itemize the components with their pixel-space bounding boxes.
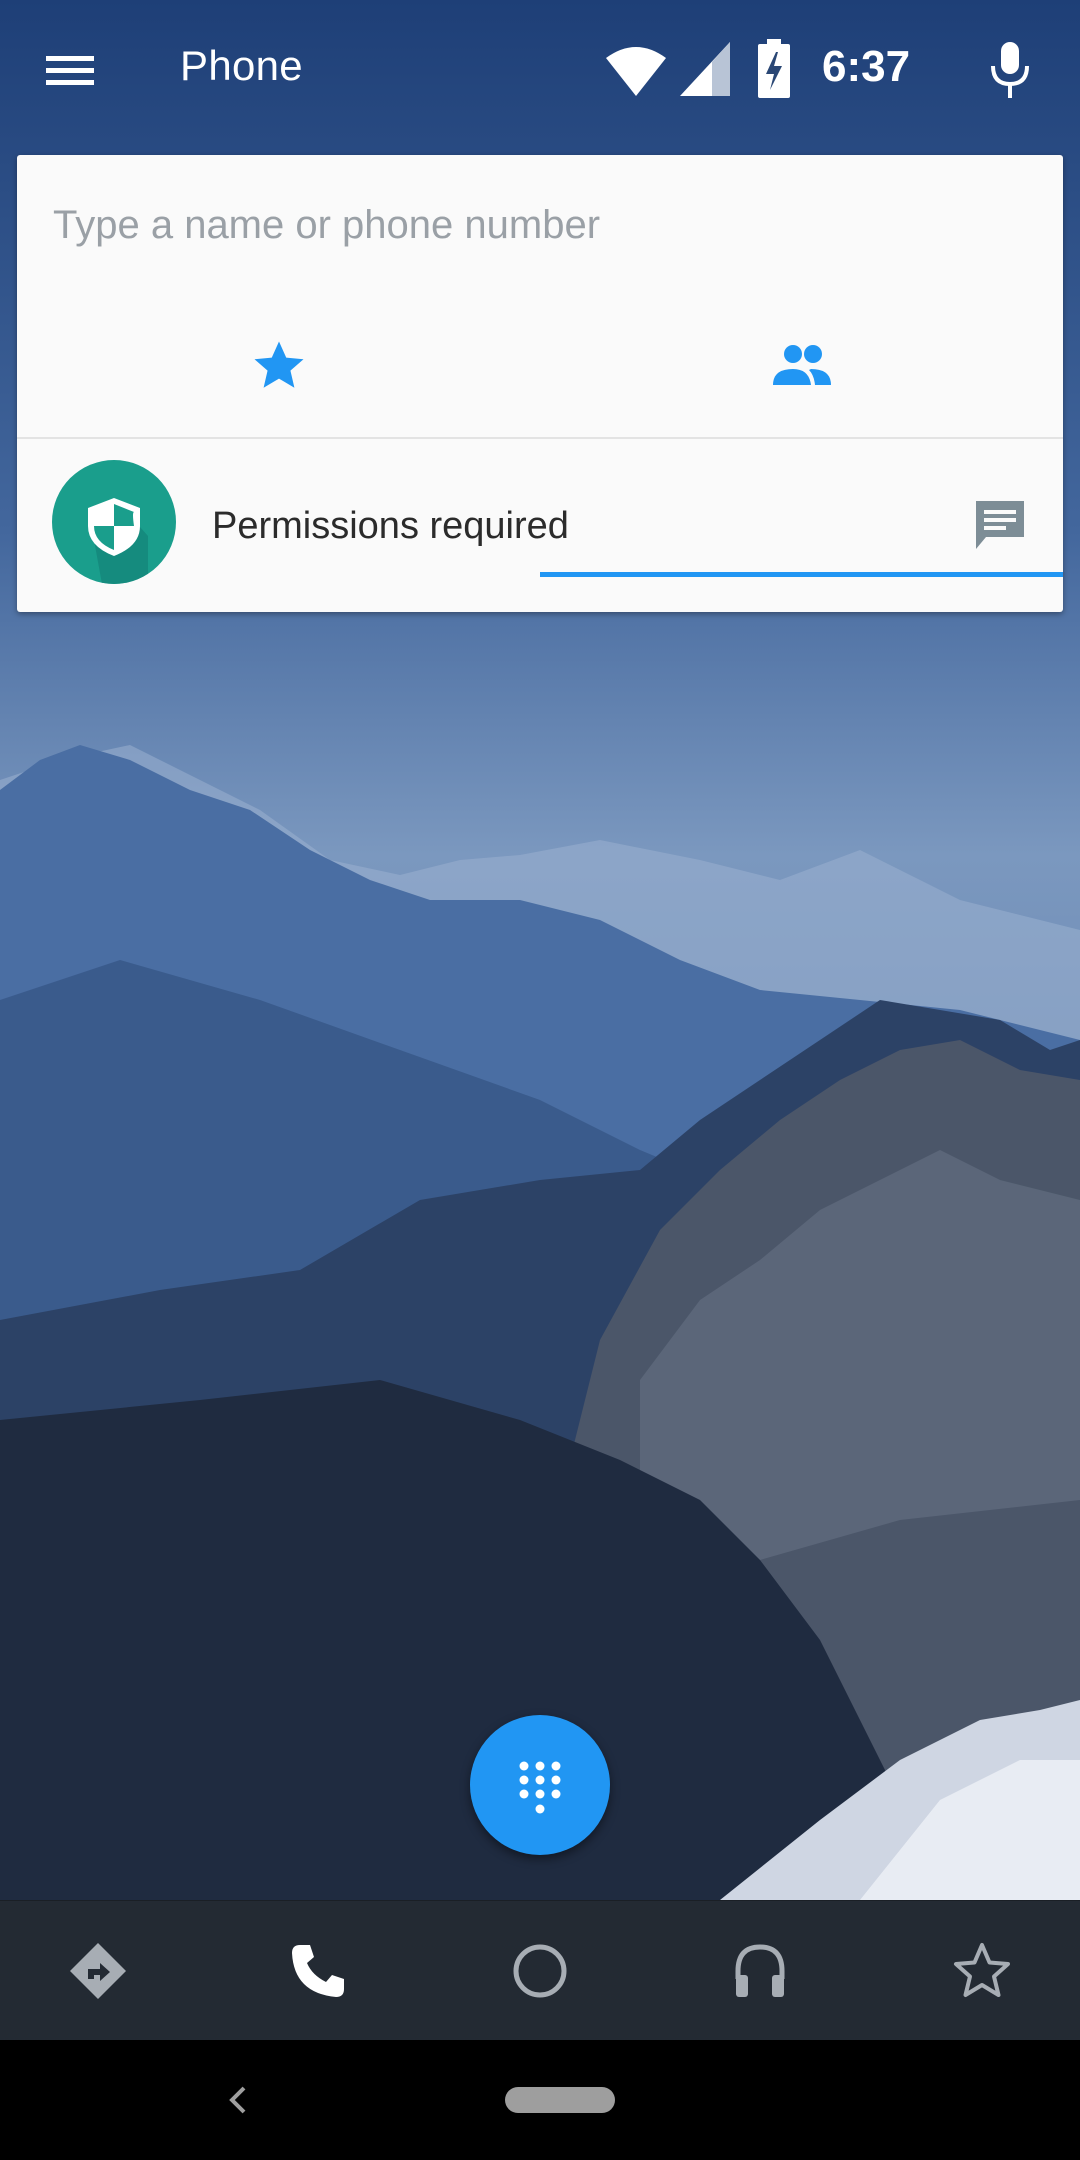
tab-bar bbox=[17, 295, 1063, 577]
home-pill-icon[interactable] bbox=[505, 2087, 615, 2113]
home-circle-icon[interactable] bbox=[508, 1939, 572, 2003]
signal-icon bbox=[678, 40, 732, 98]
permissions-label: Permissions required bbox=[212, 505, 569, 547]
star-icon bbox=[251, 338, 307, 394]
bottom-navigation-bar bbox=[0, 1900, 1080, 2041]
headphones-icon[interactable] bbox=[728, 1939, 792, 2003]
navigation-icon[interactable] bbox=[66, 1939, 130, 2003]
star-outline-icon[interactable] bbox=[950, 1939, 1014, 2003]
dialpad-icon bbox=[519, 1761, 561, 1814]
microphone-icon[interactable] bbox=[984, 38, 1036, 102]
phone-screen: Phone 6:37 Type a name or phone number P… bbox=[0, 0, 1080, 2160]
dialpad-button[interactable] bbox=[470, 1715, 610, 1855]
system-navigation-bar bbox=[0, 2040, 1080, 2160]
permissions-required-row[interactable]: Permissions required bbox=[17, 439, 1063, 612]
battery-charging-icon bbox=[756, 38, 792, 100]
back-chevron-icon[interactable] bbox=[222, 2078, 252, 2122]
search-input[interactable] bbox=[17, 155, 1063, 295]
hamburger-menu-icon[interactable] bbox=[28, 35, 112, 105]
people-icon bbox=[771, 341, 833, 391]
status-time: 6:37 bbox=[822, 42, 911, 91]
tab-favorites[interactable] bbox=[17, 295, 540, 437]
app-title: Phone bbox=[180, 42, 303, 89]
message-icon[interactable] bbox=[972, 497, 1028, 553]
phone-icon[interactable] bbox=[286, 1939, 350, 2003]
app-bar: Phone 6:37 bbox=[0, 0, 1080, 145]
search-card: Permissions required bbox=[17, 155, 1063, 612]
shield-icon bbox=[52, 460, 176, 584]
wifi-icon bbox=[604, 42, 668, 98]
tab-contacts[interactable] bbox=[540, 295, 1063, 437]
